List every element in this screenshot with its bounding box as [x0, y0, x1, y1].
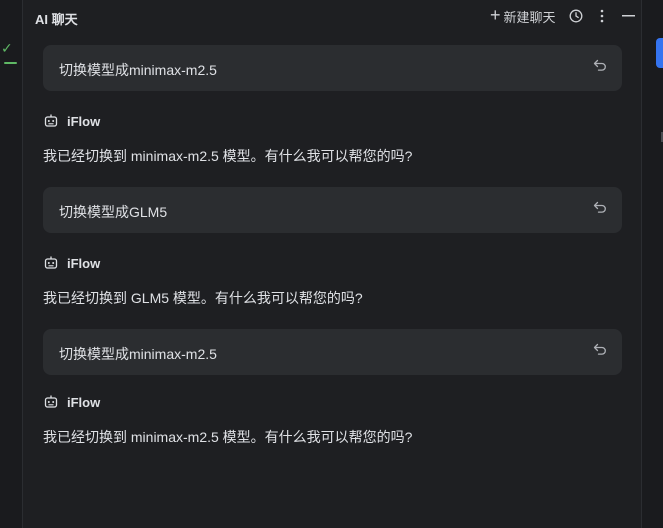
bot-header: iFlow — [43, 254, 100, 272]
status-dash — [4, 62, 17, 64]
undo-icon[interactable] — [592, 57, 608, 73]
robot-icon — [44, 256, 58, 269]
user-message: 切换模型成minimax-m2.5 — [43, 45, 622, 91]
new-chat-button[interactable]: + 新建聊天 — [490, 5, 556, 27]
robot-icon — [44, 395, 58, 408]
right-gutter — [641, 0, 663, 528]
robot-icon — [44, 114, 58, 127]
bot-message-text: 我已经切换到 GLM5 模型。有什么我可以帮您的吗? — [43, 290, 363, 306]
bot-name: iFlow — [67, 255, 101, 271]
user-message: 切换模型成GLM5 — [43, 187, 622, 233]
bot-header: iFlow — [43, 393, 100, 411]
bot-name: iFlow — [67, 113, 101, 129]
more-vertical-icon — [600, 9, 604, 23]
undo-icon[interactable] — [592, 341, 608, 357]
user-message-text: 切换模型成GLM5 — [59, 204, 168, 220]
history-button[interactable] — [567, 5, 585, 27]
plus-icon: + — [490, 5, 501, 25]
user-message-text: 切换模型成minimax-m2.5 — [59, 62, 217, 78]
ai-chat-panel: AI 聊天 + 新建聊天 切换模型成minimax-m2.5 iFlow 我已经… — [23, 0, 645, 528]
panel-title: AI 聊天 — [35, 12, 78, 27]
more-options-button[interactable] — [593, 5, 611, 27]
user-message-text: 切换模型成minimax-m2.5 — [59, 346, 217, 362]
user-message: 切换模型成minimax-m2.5 — [43, 329, 622, 375]
minimize-icon — [621, 15, 635, 17]
bot-message-text: 我已经切换到 minimax-m2.5 模型。有什么我可以帮您的吗? — [43, 148, 413, 164]
clock-icon — [569, 9, 583, 23]
left-gutter: ✓ — [0, 0, 23, 528]
undo-icon[interactable] — [592, 199, 608, 215]
bot-name: iFlow — [67, 394, 101, 410]
check-icon: ✓ — [1, 40, 13, 56]
side-tab[interactable] — [656, 38, 663, 68]
minimize-button[interactable] — [619, 5, 637, 27]
bot-message-text: 我已经切换到 minimax-m2.5 模型。有什么我可以帮您的吗? — [43, 429, 413, 445]
panel-header: AI 聊天 + 新建聊天 — [23, 0, 640, 32]
bot-header: iFlow — [43, 112, 100, 130]
new-chat-label: 新建聊天 — [503, 9, 556, 25]
